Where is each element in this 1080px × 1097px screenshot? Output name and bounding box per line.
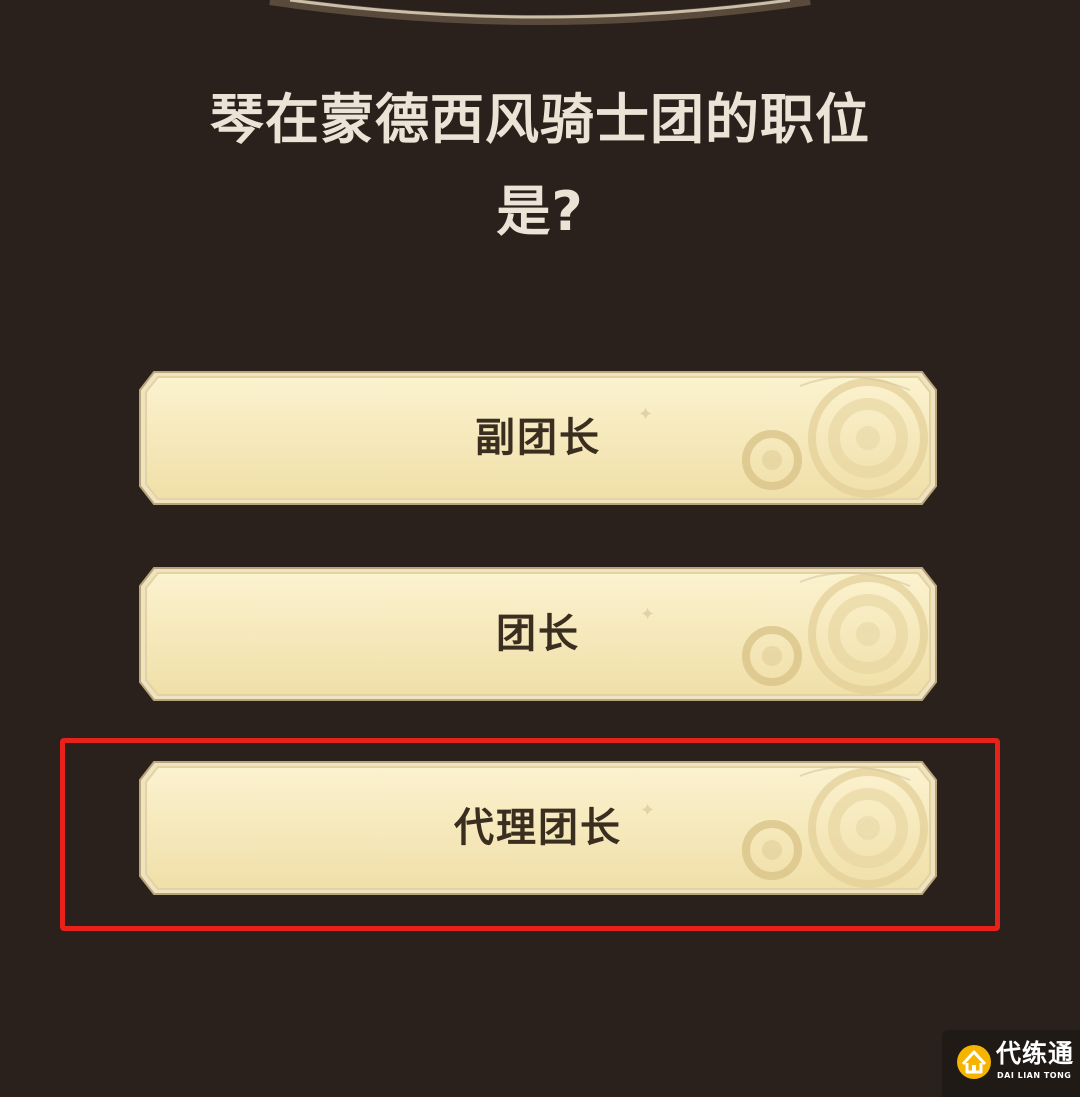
question-line-1: 琴在蒙德西风骑士团的职位 [210, 88, 870, 151]
question-text: 琴在蒙德西风骑士团的职位 是? [140, 74, 940, 258]
option-label: 代理团长 [454, 805, 622, 851]
top-arc-decoration [269, 0, 811, 25]
option-label: 副团长 [475, 415, 601, 461]
question-line-2: 是? [496, 180, 584, 243]
option-button-2[interactable]: ✦ 团长 [138, 566, 938, 702]
watermark-title: 代练通 [996, 1039, 1075, 1068]
watermark: 代练通 DAI LIAN TONG [942, 1030, 1080, 1097]
option-label: 团长 [496, 611, 580, 657]
option-button-1[interactable]: ✦ 副团长 [138, 370, 938, 506]
option-button-3[interactable]: ✦ 代理团长 [138, 760, 938, 896]
watermark-subtitle: DAI LIAN TONG [997, 1071, 1072, 1080]
house-logo-icon [957, 1045, 991, 1079]
